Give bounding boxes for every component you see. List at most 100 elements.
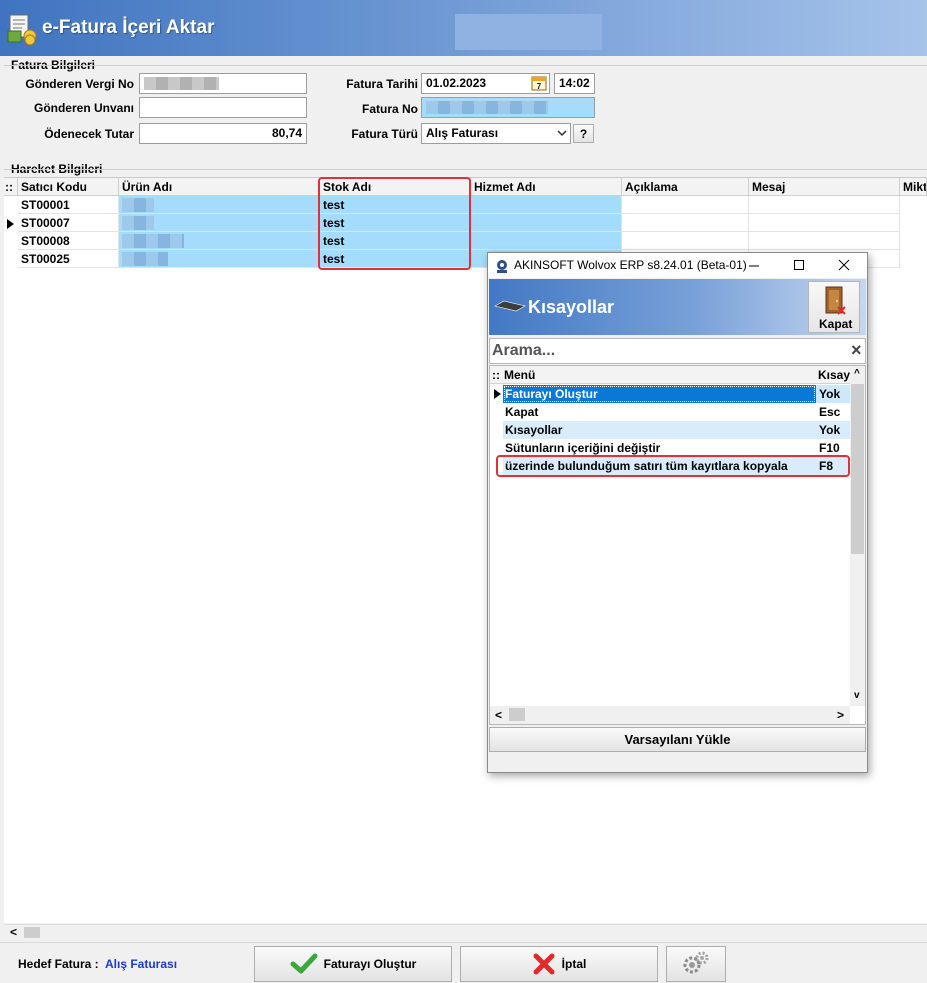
shortcut-horizontal-scrollbar[interactable]: < > xyxy=(490,706,850,724)
dialog-close-tool-label: Kapat xyxy=(819,317,853,331)
shortcut-search-input[interactable]: Arama... × xyxy=(489,338,866,364)
column-aciklama[interactable]: Açıklama xyxy=(622,178,749,196)
gonderen-unvan-label: Gönderen Unvanı xyxy=(33,101,134,115)
cell-hizmet-adi[interactable] xyxy=(471,196,622,214)
shortcuts-dialog[interactable]: AKINSOFT Wolvox ERP s8.24.01 (Beta-01) K… xyxy=(487,252,868,773)
dialog-close-tool-button[interactable]: Kapat xyxy=(808,281,860,333)
chevron-down-icon[interactable] xyxy=(555,126,569,140)
stok-adi-highlight xyxy=(318,177,471,270)
scroll-right-arrow[interactable]: > xyxy=(837,708,844,722)
cell-mesaj[interactable] xyxy=(749,196,900,214)
shortcut-grid-header xyxy=(490,366,850,384)
maximize-icon[interactable] xyxy=(791,257,807,273)
gonderen-unvan-input[interactable] xyxy=(139,97,307,118)
shortcut-grid[interactable]: :: Menü Kısayol Faturayı Oluştur Yok Kap… xyxy=(489,365,866,725)
scroll-down-arrow[interactable]: v xyxy=(854,690,860,701)
invoice-import-icon xyxy=(7,13,37,46)
shortcut-key-text[interactable]: Esc xyxy=(816,403,850,421)
cell-satici-kodu[interactable]: ST00007 xyxy=(18,214,119,232)
load-defaults-button[interactable]: Varsayılanı Yükle xyxy=(489,727,866,752)
cell-mesaj[interactable] xyxy=(749,232,900,250)
akinsoft-logo-icon xyxy=(494,258,510,274)
fatura-tarihi-value: 01.02.2023 xyxy=(426,76,487,90)
fatura-tarihi-label: Fatura Tarihi xyxy=(346,77,418,91)
scroll-thumb[interactable] xyxy=(24,927,40,938)
column-urun-adi[interactable]: Ürün Adı xyxy=(119,178,320,196)
grid-horizontal-scrollbar[interactable]: < xyxy=(4,924,927,940)
calendar-icon[interactable]: 7 xyxy=(530,74,548,92)
fatura-no-label: Fatura No xyxy=(361,102,418,116)
gears-icon xyxy=(683,951,709,974)
fatura-saat-input[interactable]: 14:02 xyxy=(554,73,595,94)
odenecek-input[interactable]: 80,74 xyxy=(139,123,307,144)
column-menu[interactable]: Menü xyxy=(504,368,535,382)
cell-satici-kodu[interactable]: ST00001 xyxy=(18,196,119,214)
odenecek-label: Ödenecek Tutar xyxy=(44,127,134,141)
dialog-window-title: AKINSOFT Wolvox ERP s8.24.01 (Beta-01) xyxy=(514,258,747,272)
cell-urun-adi[interactable] xyxy=(119,196,320,214)
cell-aciklama[interactable] xyxy=(622,232,749,250)
column-key[interactable]: Kısayol xyxy=(818,368,850,382)
group-divider xyxy=(4,169,927,170)
group-divider xyxy=(4,65,927,66)
shortcut-menu-text: Faturayı Oluştur xyxy=(505,387,598,401)
fatura-no-input[interactable] xyxy=(421,97,595,118)
column-satici-kodu[interactable]: Satıcı Kodu xyxy=(18,178,119,196)
redacted-value xyxy=(122,234,184,248)
scroll-left-arrow[interactable]: < xyxy=(10,925,17,939)
cancel-label: İptal xyxy=(561,957,587,971)
settings-button[interactable] xyxy=(666,946,726,982)
list-item[interactable]: Kapat xyxy=(503,403,816,421)
shortcut-grid-grip[interactable]: :: xyxy=(492,368,500,382)
column-miktar[interactable]: Mikt xyxy=(900,178,927,196)
cell-hizmet-adi[interactable] xyxy=(471,232,622,250)
redacted-area xyxy=(455,14,602,50)
list-item[interactable]: Kısayollar xyxy=(503,421,816,439)
clear-search-icon[interactable]: × xyxy=(851,340,862,361)
scroll-thumb[interactable] xyxy=(851,384,864,554)
grid-grip[interactable]: :: xyxy=(4,178,18,196)
cell-urun-adi[interactable] xyxy=(119,214,320,232)
scroll-left-arrow[interactable]: < xyxy=(495,708,502,722)
close-icon[interactable] xyxy=(836,257,852,273)
redacted-value xyxy=(426,101,548,114)
list-item-selected[interactable]: Faturayı Oluştur xyxy=(503,385,816,403)
redacted-value xyxy=(122,216,154,230)
fatura-turu-help-button[interactable]: ? xyxy=(573,124,594,143)
cell-satici-kodu[interactable]: ST00025 xyxy=(18,250,119,268)
cell-satici-kodu[interactable]: ST00008 xyxy=(18,232,119,250)
create-invoice-label: Faturayı Oluştur xyxy=(323,957,417,971)
create-invoice-button[interactable]: Faturayı Oluştur xyxy=(254,946,452,982)
cross-icon xyxy=(533,953,555,975)
shortcut-key-text[interactable]: Yok xyxy=(816,421,850,439)
minimize-icon[interactable] xyxy=(746,257,762,273)
cell-mesaj[interactable] xyxy=(749,214,900,232)
gonderen-vergi-label: Gönderen Vergi No xyxy=(25,77,134,91)
cell-urun-adi[interactable] xyxy=(119,232,320,250)
cancel-button[interactable]: İptal xyxy=(460,946,658,982)
shortcut-vertical-scrollbar[interactable]: ^ v xyxy=(850,366,865,706)
redacted-value xyxy=(122,252,168,266)
row-pointer-icon xyxy=(7,218,14,232)
keyboard-icon xyxy=(494,297,526,315)
cell-aciklama[interactable] xyxy=(622,214,749,232)
copy-row-shortcut-highlight xyxy=(496,455,850,477)
cell-urun-adi[interactable] xyxy=(119,250,320,268)
scroll-thumb[interactable] xyxy=(509,708,525,721)
calendar-day-text: 7 xyxy=(537,82,542,91)
cell-hizmet-adi[interactable] xyxy=(471,214,622,232)
cell-aciklama[interactable] xyxy=(622,196,749,214)
hedef-fatura-value: Alış Faturası xyxy=(105,957,178,971)
redacted-value xyxy=(122,198,154,212)
fatura-turu-value: Alış Faturası xyxy=(426,126,499,140)
row-pointer-icon xyxy=(494,388,501,402)
column-hizmet-adi[interactable]: Hizmet Adı xyxy=(471,178,622,196)
checkmark-icon xyxy=(290,953,318,974)
gonderen-vergi-input[interactable] xyxy=(139,73,307,94)
hedef-fatura-label: Hedef Fatura : xyxy=(18,957,99,971)
column-mesaj[interactable]: Mesaj xyxy=(749,178,900,196)
shortcut-key-text[interactable]: Yok xyxy=(816,385,850,403)
scroll-up-arrow[interactable]: ^ xyxy=(854,368,860,379)
fatura-turu-select[interactable]: Alış Faturası xyxy=(421,123,571,144)
fatura-turu-label: Fatura Türü xyxy=(351,127,418,141)
